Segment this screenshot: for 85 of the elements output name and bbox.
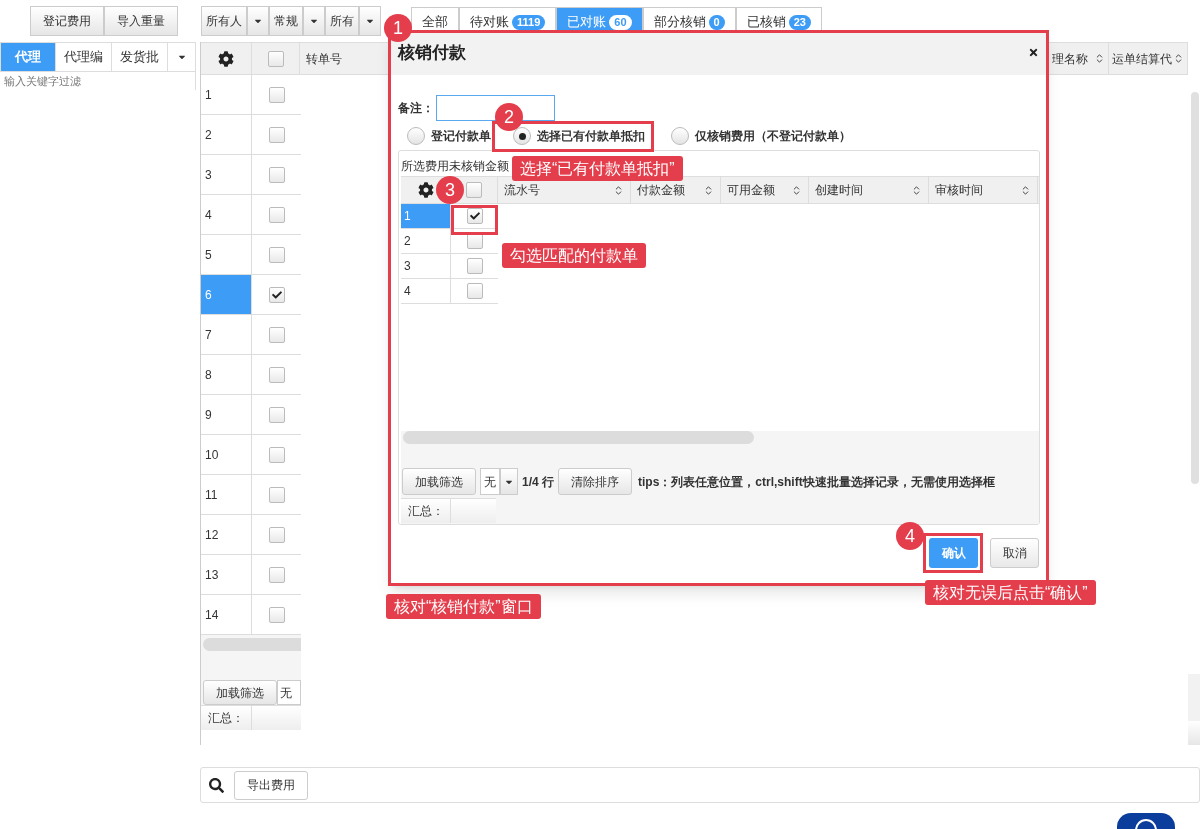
option-label[interactable]: 仅核销费用（不登记付款单） bbox=[695, 127, 851, 145]
toolbar-button[interactable]: 导入重量 bbox=[104, 6, 178, 36]
filter-field[interactable]: 输入关键字过滤 bbox=[0, 72, 196, 90]
column-header[interactable]: 可用金额 bbox=[721, 177, 809, 203]
page-size-select[interactable]: 无 bbox=[277, 680, 301, 705]
checkbox[interactable] bbox=[268, 166, 285, 183]
filter-dropdown[interactable]: 常规 bbox=[269, 6, 303, 36]
radio-button[interactable] bbox=[671, 127, 689, 145]
callout-label: 选择“已有付款单抵扣” bbox=[512, 156, 683, 181]
column-header[interactable]: 创建时间 bbox=[809, 177, 929, 203]
checkbox[interactable] bbox=[466, 258, 483, 274]
dropdown-toggle[interactable] bbox=[247, 6, 269, 36]
sort-icon[interactable] bbox=[1020, 184, 1031, 196]
callout-label: 核对“核销付款”窗口 bbox=[386, 594, 541, 619]
checkbox[interactable] bbox=[268, 246, 285, 263]
page-size-select[interactable]: 无 bbox=[480, 468, 500, 495]
radio-button[interactable] bbox=[407, 127, 425, 145]
checkbox[interactable] bbox=[466, 208, 483, 224]
tips-text: tips：列表任意位置，ctrl,shift快速批量选择记录，无需使用选择框 bbox=[638, 473, 995, 491]
checkbox[interactable] bbox=[466, 283, 483, 299]
check-icon bbox=[271, 289, 282, 300]
dropdown-toggle[interactable] bbox=[303, 6, 325, 36]
radio-button[interactable] bbox=[513, 127, 531, 145]
option-label[interactable]: 选择已有付款单抵扣 bbox=[537, 127, 645, 145]
clear-sort-button[interactable]: 清除排序 bbox=[558, 468, 632, 495]
checkbox[interactable] bbox=[268, 486, 285, 503]
checkbox[interactable] bbox=[268, 366, 285, 383]
sort-icon[interactable] bbox=[703, 184, 714, 196]
summary-label: 汇总： bbox=[201, 706, 252, 730]
option-label[interactable]: 登记付款单 bbox=[431, 127, 491, 145]
dialog-title: 核销付款 bbox=[398, 41, 466, 64]
checkbox[interactable] bbox=[268, 326, 285, 343]
checkbox[interactable] bbox=[268, 126, 285, 143]
settings-icon[interactable] bbox=[417, 182, 434, 198]
sort-icon[interactable] bbox=[791, 184, 802, 196]
dropdown-toggle[interactable] bbox=[500, 468, 518, 495]
scrollbar[interactable] bbox=[403, 431, 754, 444]
checkbox[interactable] bbox=[268, 406, 285, 423]
sort-icon[interactable] bbox=[1173, 53, 1184, 64]
callout-label: 勾选匹配的付款单 bbox=[502, 243, 646, 268]
column-header[interactable]: 审核时间 bbox=[929, 177, 1038, 203]
checkbox[interactable] bbox=[268, 86, 285, 103]
count-badge: 0 bbox=[708, 14, 725, 30]
count-badge: 1119 bbox=[512, 14, 546, 30]
sort-icon[interactable] bbox=[911, 184, 922, 196]
export-button[interactable]: 导出费用 bbox=[234, 770, 308, 800]
cancel-button[interactable]: 取消 bbox=[990, 538, 1039, 568]
row-count: 1/4 行 bbox=[522, 473, 554, 491]
column-header[interactable]: 运单结算代 bbox=[1109, 43, 1188, 74]
summary-label: 汇总： bbox=[401, 499, 451, 523]
checkbox[interactable] bbox=[268, 206, 285, 223]
count-badge: 60 bbox=[609, 14, 632, 30]
settings-icon[interactable] bbox=[218, 50, 234, 67]
sort-icon[interactable] bbox=[1094, 53, 1105, 64]
checkbox[interactable] bbox=[268, 286, 285, 303]
checkbox[interactable] bbox=[268, 566, 285, 583]
checkbox[interactable] bbox=[268, 526, 285, 543]
sort-icon[interactable] bbox=[613, 184, 624, 196]
close-icon[interactable] bbox=[1028, 47, 1039, 58]
summary-text: 所选费用未核销金额 bbox=[401, 159, 509, 173]
filter-dropdown[interactable]: 所有人 bbox=[201, 6, 247, 36]
checkbox[interactable] bbox=[466, 182, 482, 198]
scrollbar[interactable] bbox=[1191, 92, 1199, 485]
step-badge: 1 bbox=[384, 14, 412, 42]
summary-bar bbox=[1188, 721, 1200, 745]
remark-label: 备注： bbox=[398, 100, 434, 117]
row-number[interactable]: 2 bbox=[401, 229, 451, 253]
checkbox[interactable] bbox=[268, 446, 285, 463]
load-filter-button[interactable]: 加载筛选 bbox=[402, 468, 476, 495]
highlight-frame bbox=[923, 533, 983, 573]
callout-label: 核对无误后点击“确认” bbox=[925, 580, 1096, 605]
row-number[interactable]: 4 bbox=[401, 279, 451, 303]
search-icon[interactable] bbox=[209, 777, 224, 793]
count-badge: 23 bbox=[788, 14, 811, 30]
filter-dropdown[interactable]: 所有 bbox=[325, 6, 359, 36]
toolbar-button[interactable]: 登记费用 bbox=[30, 6, 104, 36]
checkbox[interactable] bbox=[267, 50, 284, 67]
dropdown-toggle[interactable] bbox=[359, 6, 381, 36]
column-header[interactable]: 理名称 bbox=[1049, 43, 1109, 74]
row-number[interactable]: 3 bbox=[401, 254, 451, 278]
highlight-frame bbox=[451, 205, 498, 235]
check-icon bbox=[469, 211, 480, 221]
scrollbar[interactable] bbox=[203, 638, 301, 651]
load-filter-button[interactable]: 加载筛选 bbox=[203, 680, 277, 705]
checkbox[interactable] bbox=[268, 606, 285, 623]
